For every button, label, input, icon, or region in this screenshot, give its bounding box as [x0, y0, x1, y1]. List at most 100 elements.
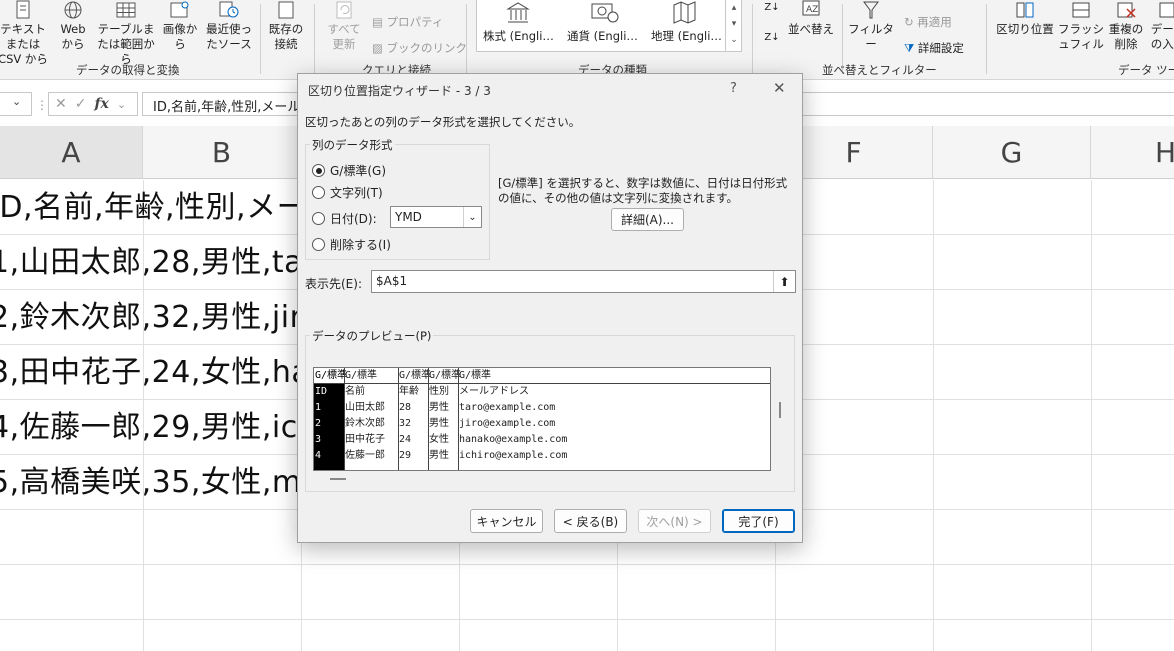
globe-icon	[64, 1, 82, 19]
help-button[interactable]: ?	[730, 81, 737, 96]
geography-button[interactable]: 地理 (Engli…	[651, 1, 722, 44]
preview-column-2[interactable]: G/標準 名前 山田太郎 鈴木次郎 田中花子 佐藤一郎	[344, 368, 398, 470]
close-button[interactable]: ✕	[773, 79, 786, 97]
remove-duplicates-icon	[1117, 2, 1136, 18]
properties-label: プロパティ	[386, 15, 444, 29]
preview-col3-header: G/標準	[398, 368, 431, 384]
ribbon-separator	[466, 4, 467, 74]
chevron-up-icon: ▴	[731, 3, 737, 13]
next-button[interactable]: 次へ(N) >	[638, 509, 711, 533]
preview-cell: 2	[315, 418, 322, 429]
remove-duplicates-button[interactable]: 重複の削除	[1106, 0, 1146, 52]
preview-column-3[interactable]: G/標準 年齢 28 32 24 29	[398, 368, 431, 470]
column-format-legend: 列のデータ形式	[310, 137, 395, 153]
preview-cell: 年齢	[399, 386, 419, 397]
preview-cell: 3	[315, 434, 322, 445]
preview-horizontal-scrollbar[interactable]	[330, 478, 346, 480]
date-format-select[interactable]: YMD ⌄	[390, 206, 482, 228]
cell-a5[interactable]: 4,佐藤一郎,29,男性,ichiro@example.com	[0, 400, 300, 455]
finish-button[interactable]: 完了(F)	[722, 509, 795, 533]
preview-cell: 男性	[429, 450, 449, 461]
instruction-text: 区切ったあとの列のデータ形式を選択してください。	[305, 115, 581, 129]
preview-col1-header: G/標準	[314, 368, 347, 384]
refresh-all-button[interactable]: すべて更新	[322, 0, 366, 52]
radio-skip[interactable]: 削除する(I)	[312, 236, 391, 253]
data-tools-group-label: データ ツール	[1118, 63, 1174, 77]
radio-text-dot	[312, 186, 325, 199]
cell-a2[interactable]: 1,山田太郎,28,男性,taro@example.com	[0, 235, 300, 290]
preview-cell: 4	[315, 450, 322, 461]
flash-fill-label: フラッシュフィル	[1058, 22, 1104, 51]
preview-col5-header: G/標準	[458, 368, 770, 384]
data-types-gallery: 株式 (Engli… 通貨 (Engli… 地理 (Engli… ▴ ▾ ⌄	[476, 0, 742, 52]
ribbon-separator	[314, 4, 315, 74]
web-label: Web から	[60, 22, 86, 51]
check-icon[interactable]: ✓	[75, 96, 87, 112]
data-validation-button[interactable]: データの入力	[1148, 0, 1174, 52]
collapse-dialog-icon[interactable]: ⬆	[773, 271, 795, 292]
radio-date[interactable]: 日付(D):	[312, 210, 377, 227]
column-header-g[interactable]: G	[933, 126, 1091, 179]
currency-button[interactable]: 通貨 (Engli…	[567, 3, 638, 44]
preview-cell: 1	[315, 402, 322, 413]
cancel-button[interactable]: キャンセル	[470, 509, 543, 533]
column-header-b[interactable]: B	[143, 126, 301, 179]
advanced-filter-icon: ⧩	[904, 41, 918, 55]
workbook-links-button[interactable]: ▨ ブックのリンク	[372, 40, 467, 56]
filter-button[interactable]: フィルター	[846, 0, 896, 52]
radio-general[interactable]: G/標準(G)	[312, 162, 386, 179]
advanced-filter-button[interactable]: ⧩ 詳細設定	[904, 40, 964, 56]
destination-label: 表示先(E):	[305, 277, 362, 291]
insert-function-button[interactable]: fx	[94, 96, 108, 112]
workbook-links-label: ブックのリンク	[386, 41, 468, 55]
data-preview[interactable]: G/標準 ID 1 2 3 4 G/標準 名前 山田太郎 鈴木次郎 田中花子 佐…	[313, 367, 771, 471]
remove-duplicates-label: 重複の削除	[1108, 22, 1144, 51]
properties-button[interactable]: ▤ プロパティ	[372, 14, 443, 30]
stocks-label: 株式 (Engli…	[483, 29, 554, 43]
sort-button[interactable]: AZ 並べ替え	[786, 0, 836, 37]
reapply-button[interactable]: ↻ 再適用	[904, 14, 952, 30]
column-header-a[interactable]: A	[0, 126, 143, 179]
preview-column-5[interactable]: G/標準 メールアドレス taro@example.com jiro@examp…	[458, 368, 770, 470]
link-icon: ▨	[372, 41, 387, 55]
table-icon	[116, 2, 136, 18]
preview-divider	[398, 368, 399, 470]
table-range-button[interactable]: テーブルまたは範囲から	[96, 0, 156, 67]
ribbon: テキストまたはCSV から Web から テーブルまたは範囲から 画像から 最近…	[0, 0, 1174, 80]
cell-a4[interactable]: 3,田中花子,24,女性,hanako@example.com	[0, 345, 300, 400]
cancel-icon[interactable]: ✕	[55, 96, 67, 112]
preview-column-1[interactable]: G/標準 ID 1 2 3 4	[314, 368, 347, 470]
advanced-button[interactable]: 詳細(A)...	[611, 208, 684, 231]
cell-a3[interactable]: 2,鈴木次郎,32,男性,jiro@example.com	[0, 290, 300, 345]
properties-icon: ▤	[372, 15, 387, 29]
text-csv-button[interactable]: テキストまたはCSV から	[0, 0, 50, 67]
chevron-down-icon[interactable]: ⌄	[117, 98, 126, 111]
back-button[interactable]: < 戻る(B)	[554, 509, 627, 533]
dialog-title: 区切り位置指定ウィザード - 3 / 3	[308, 84, 491, 98]
recent-sources-button[interactable]: 最近使ったソース	[202, 0, 256, 52]
gallery-scroll[interactable]: ▴ ▾ ⌄	[725, 0, 742, 51]
radio-text[interactable]: 文字列(T)	[312, 184, 383, 201]
preview-vertical-scrollbar[interactable]	[779, 402, 781, 418]
chevron-down-icon: ⌄	[463, 207, 481, 227]
preview-cell: 32	[399, 418, 412, 429]
flash-fill-button[interactable]: フラッシュフィル	[1058, 0, 1104, 52]
preview-cell: 名前	[345, 386, 365, 397]
refresh-all-label: すべて更新	[327, 22, 361, 51]
preview-cell: 田中花子	[345, 434, 385, 445]
cell-a1[interactable]: ID,名前,年齢,性別,メールアドレス	[0, 180, 300, 235]
column-header-h[interactable]: H	[1091, 126, 1174, 179]
from-image-button[interactable]: 画像から	[160, 0, 200, 52]
preview-divider	[344, 368, 345, 470]
existing-connections-button[interactable]: 既存の接続	[264, 0, 308, 52]
table-range-label: テーブルまたは範囲から	[97, 22, 155, 66]
destination-input[interactable]: $A$1 ⬆	[371, 270, 796, 293]
stocks-button[interactable]: 株式 (Engli…	[483, 2, 554, 44]
name-box[interactable]: ⌄	[0, 92, 32, 116]
preview-cell: メールアドレス	[459, 386, 529, 397]
sort-ascending-button[interactable]: Z↓ Z↓	[760, 0, 784, 45]
preview-column-4[interactable]: G/標準 性別 男性 男性 女性 男性	[428, 368, 461, 470]
cell-a6[interactable]: 5,高橋美咲,35,女性,misaki@example.com	[0, 455, 300, 510]
web-button[interactable]: Web から	[54, 0, 92, 52]
text-to-columns-button[interactable]: 区切り位置	[994, 0, 1056, 37]
